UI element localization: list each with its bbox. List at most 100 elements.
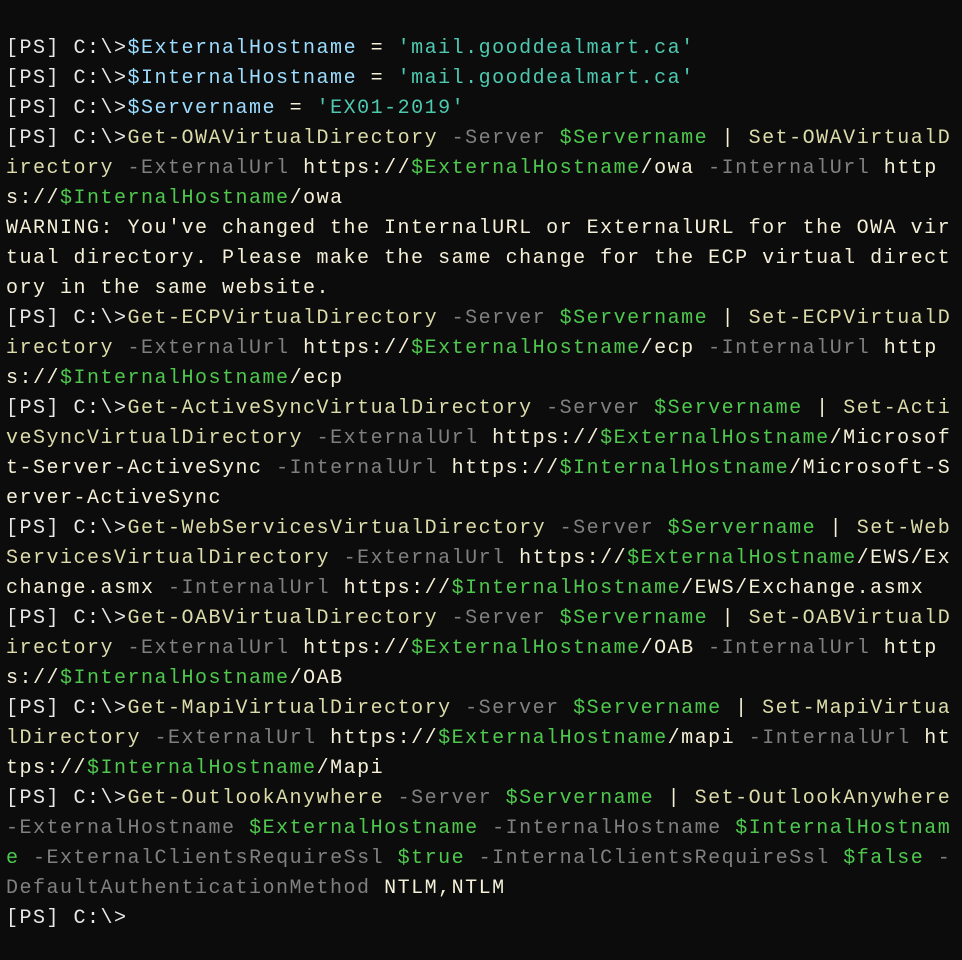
pipe: |: [708, 307, 749, 330]
cmd: Get-OWAVirtualDirectory: [128, 127, 439, 150]
url-scheme: https://: [492, 427, 600, 450]
param: -InternalHostname: [492, 817, 722, 840]
cmd: Set-OutlookAnywhere: [695, 787, 952, 810]
url-path: /mapi: [668, 727, 736, 750]
var-ref: $ExternalHostname: [411, 157, 641, 180]
param: -ExternalUrl: [128, 637, 290, 660]
var-ref: $Servername: [560, 127, 709, 150]
var-ref: $InternalHostname: [60, 187, 290, 210]
url-path: /owa: [290, 187, 344, 210]
cmd: Get-MapiVirtualDirectory: [128, 697, 452, 720]
prompt: [PS] C:\>: [6, 37, 128, 60]
var-ref: $Servername: [560, 607, 709, 630]
cmd: Get-OABVirtualDirectory: [128, 607, 439, 630]
url-path: /OAB: [641, 637, 695, 660]
pipe: |: [722, 697, 763, 720]
cmd: Get-ActiveSyncVirtualDirectory: [128, 397, 533, 420]
var-ref: $ExternalHostname: [600, 427, 830, 450]
var-name: $ExternalHostname: [128, 37, 358, 60]
line-mapi: [PS] C:\>Get-MapiVirtualDirectory -Serve…: [6, 697, 951, 780]
param: -InternalUrl: [749, 727, 911, 750]
op-eq: =: [276, 97, 317, 120]
auth-value: NTLM,NTLM: [384, 877, 506, 900]
pipe: |: [708, 607, 749, 630]
url-scheme: https://: [452, 457, 560, 480]
prompt: [PS] C:\>: [6, 127, 128, 150]
url-scheme: https://: [330, 727, 438, 750]
var-ref: $InternalHostname: [452, 577, 682, 600]
line-oab: [PS] C:\>Get-OABVirtualDirectory -Server…: [6, 607, 951, 690]
prompt: [PS] C:\>: [6, 787, 128, 810]
param: -Server: [452, 607, 547, 630]
param: -InternalUrl: [168, 577, 330, 600]
param: -ExternalUrl: [344, 547, 506, 570]
url-scheme: https://: [303, 637, 411, 660]
var-ref: $InternalHostname: [60, 367, 290, 390]
param: -ExternalClientsRequireSsl: [33, 847, 384, 870]
line-var-internal: [PS] C:\>$InternalHostname = 'mail.goodd…: [6, 67, 695, 90]
var-value: 'mail.gooddealmart.ca': [398, 67, 695, 90]
var-name: $Servername: [128, 97, 277, 120]
url-path: /ecp: [641, 337, 695, 360]
prompt: [PS] C:\>: [6, 97, 128, 120]
var-ref: $ExternalHostname: [249, 817, 479, 840]
cmd: Get-ECPVirtualDirectory: [128, 307, 439, 330]
pipe: |: [708, 127, 749, 150]
var-ref: $ExternalHostname: [627, 547, 857, 570]
url-scheme: https://: [344, 577, 452, 600]
line-owa: [PS] C:\>Get-OWAVirtualDirectory -Server…: [6, 127, 951, 210]
line-outlookanywhere: [PS] C:\>Get-OutlookAnywhere -Server $Se…: [6, 787, 962, 900]
var-ref: $ExternalHostname: [438, 727, 668, 750]
param: -Server: [398, 787, 493, 810]
param: -Server: [465, 697, 560, 720]
param: -Server: [546, 397, 641, 420]
pipe: |: [654, 787, 695, 810]
param: -ExternalUrl: [128, 337, 290, 360]
op-eq: =: [357, 37, 398, 60]
line-prompt-empty[interactable]: [PS] C:\>: [6, 907, 128, 930]
var-value: 'mail.gooddealmart.ca': [398, 37, 695, 60]
var-ref: $ExternalHostname: [411, 637, 641, 660]
param: -InternalUrl: [276, 457, 438, 480]
url-path: /OAB: [290, 667, 344, 690]
var-ref: $InternalHostname: [87, 757, 317, 780]
var-ref: $Servername: [654, 397, 803, 420]
url-scheme: https://: [519, 547, 627, 570]
pipe: |: [816, 517, 857, 540]
param: -ExternalUrl: [128, 157, 290, 180]
prompt: [PS] C:\>: [6, 307, 128, 330]
var-name: $InternalHostname: [128, 67, 358, 90]
warning-text: WARNING: You've changed the InternalURL …: [6, 217, 951, 300]
var-ref: $Servername: [573, 697, 722, 720]
prompt: [PS] C:\>: [6, 67, 128, 90]
pipe: |: [803, 397, 844, 420]
param: -Server: [452, 127, 547, 150]
url-path: /owa: [641, 157, 695, 180]
url-path: /EWS/Exchange.asmx: [681, 577, 924, 600]
var-ref: $InternalHostname: [560, 457, 790, 480]
url-path: /ecp: [290, 367, 344, 390]
param: -Server: [452, 307, 547, 330]
prompt: [PS] C:\>: [6, 517, 128, 540]
line-webservices: [PS] C:\>Get-WebServicesVirtualDirectory…: [6, 517, 951, 600]
line-ecp: [PS] C:\>Get-ECPVirtualDirectory -Server…: [6, 307, 951, 390]
prompt: [PS] C:\>: [6, 397, 128, 420]
prompt: [PS] C:\>: [6, 697, 128, 720]
param: -ExternalUrl: [317, 427, 479, 450]
bool-true: $true: [398, 847, 466, 870]
prompt: [PS] C:\>: [6, 607, 128, 630]
var-ref: $Servername: [506, 787, 655, 810]
param: -InternalClientsRequireSsl: [479, 847, 830, 870]
var-ref: $Servername: [668, 517, 817, 540]
param: -InternalUrl: [708, 637, 870, 660]
cmd: Get-WebServicesVirtualDirectory: [128, 517, 547, 540]
var-ref: $ExternalHostname: [411, 337, 641, 360]
param: -ExternalUrl: [155, 727, 317, 750]
terminal-output: [PS] C:\>$ExternalHostname = 'mail.goodd…: [0, 0, 962, 938]
param: -InternalUrl: [708, 337, 870, 360]
param: -InternalUrl: [708, 157, 870, 180]
line-var-external: [PS] C:\>$ExternalHostname = 'mail.goodd…: [6, 37, 695, 60]
var-ref: $Servername: [560, 307, 709, 330]
var-value: 'EX01-2019': [317, 97, 466, 120]
line-var-server: [PS] C:\>$Servername = 'EX01-2019': [6, 97, 465, 120]
